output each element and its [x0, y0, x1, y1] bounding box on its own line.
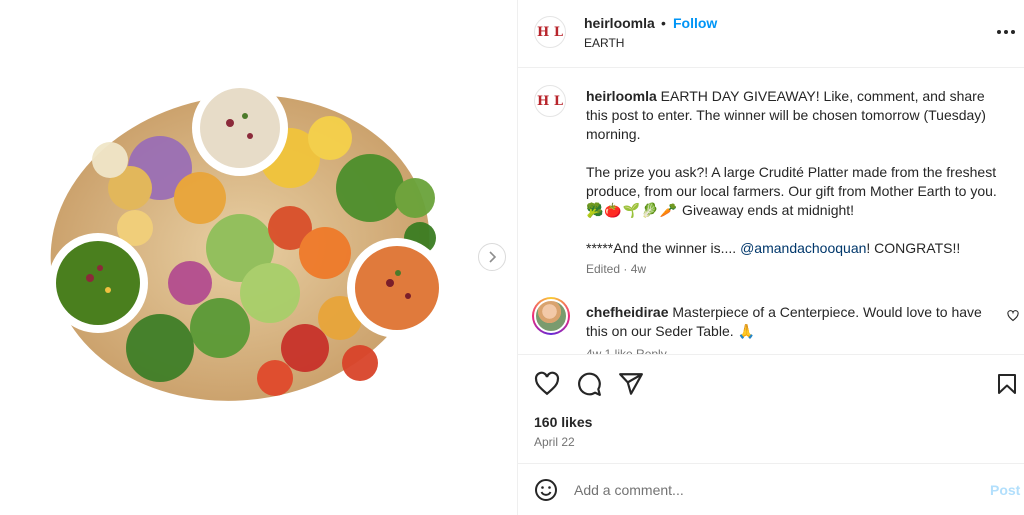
- emoji-picker-button[interactable]: [534, 478, 558, 502]
- post-header: H L heirloomla • Follow EARTH: [518, 0, 1024, 68]
- crudite-platter-image: [48, 80, 447, 401]
- send-icon: [619, 373, 643, 395]
- smiley-icon: [535, 479, 557, 501]
- comment-button[interactable]: [576, 371, 602, 397]
- header-separator: •: [661, 15, 666, 31]
- post-media[interactable]: [0, 0, 517, 515]
- heart-icon: [534, 371, 560, 396]
- more-horizontal-icon: [997, 30, 1015, 34]
- praying-hands-emoji: 🙏: [737, 323, 755, 339]
- like-button[interactable]: [534, 371, 560, 397]
- commenter-avatar[interactable]: [532, 297, 570, 335]
- vegetable-emojis: 🥦🍅🌱🥬🥕: [586, 202, 679, 218]
- caption-edited-time: Edited · 4w: [586, 262, 647, 276]
- chevron-right-icon: [489, 251, 497, 263]
- caption-paragraph-2: The prize you ask?! A large Crudité Plat…: [586, 164, 997, 199]
- save-button[interactable]: [995, 371, 1021, 397]
- next-image-button[interactable]: [478, 243, 506, 271]
- heart-icon: [1007, 310, 1019, 322]
- add-comment-bar: Post: [518, 463, 1024, 515]
- author-username[interactable]: heirloomla: [584, 15, 655, 31]
- winner-mention-link[interactable]: @amandachooquan: [740, 240, 866, 256]
- likes-count[interactable]: 160 likes: [534, 414, 592, 430]
- comment-icon: [578, 372, 601, 396]
- post-actions: [518, 356, 1024, 412]
- more-options-button[interactable]: [994, 20, 1018, 44]
- post-comment-button[interactable]: Post: [990, 482, 1020, 498]
- caption-text: heirloomla EARTH DAY GIVEAWAY! Like, com…: [586, 87, 1010, 277]
- caption-paragraph-2-end: Giveaway ends at midnight!: [678, 202, 855, 218]
- brand-logo-icon: H L: [537, 93, 563, 109]
- follow-button[interactable]: Follow: [673, 15, 717, 31]
- caption-username[interactable]: heirloomla: [586, 88, 657, 104]
- comment-text: chefheidirae Masterpiece of a Centerpiec…: [586, 303, 1001, 341]
- comment-input[interactable]: [574, 478, 954, 502]
- caption-author-avatar[interactable]: H L: [534, 85, 566, 117]
- post-panel: H L heirloomla • Follow EARTH H L heirlo…: [517, 0, 1024, 515]
- brand-logo-icon: H L: [537, 24, 563, 40]
- author-avatar[interactable]: H L: [534, 16, 566, 48]
- comment-like-button[interactable]: [1007, 309, 1019, 322]
- comment-item: chefheidirae Masterpiece of a Centerpiec…: [518, 295, 1024, 355]
- share-button[interactable]: [618, 371, 644, 397]
- bookmark-icon: [998, 374, 1016, 394]
- commenter-username[interactable]: chefheidirae: [586, 304, 668, 320]
- post-location[interactable]: EARTH: [584, 36, 624, 50]
- caption-paragraph-3-end: ! CONGRATS!!: [866, 240, 961, 256]
- post-date[interactable]: April 22: [534, 435, 575, 449]
- comments-section[interactable]: H L heirloomla EARTH DAY GIVEAWAY! Like,…: [518, 69, 1024, 355]
- caption-paragraph-3-start: *****And the winner is....: [586, 240, 741, 256]
- comment-meta: 4w 1 like Reply: [586, 347, 667, 355]
